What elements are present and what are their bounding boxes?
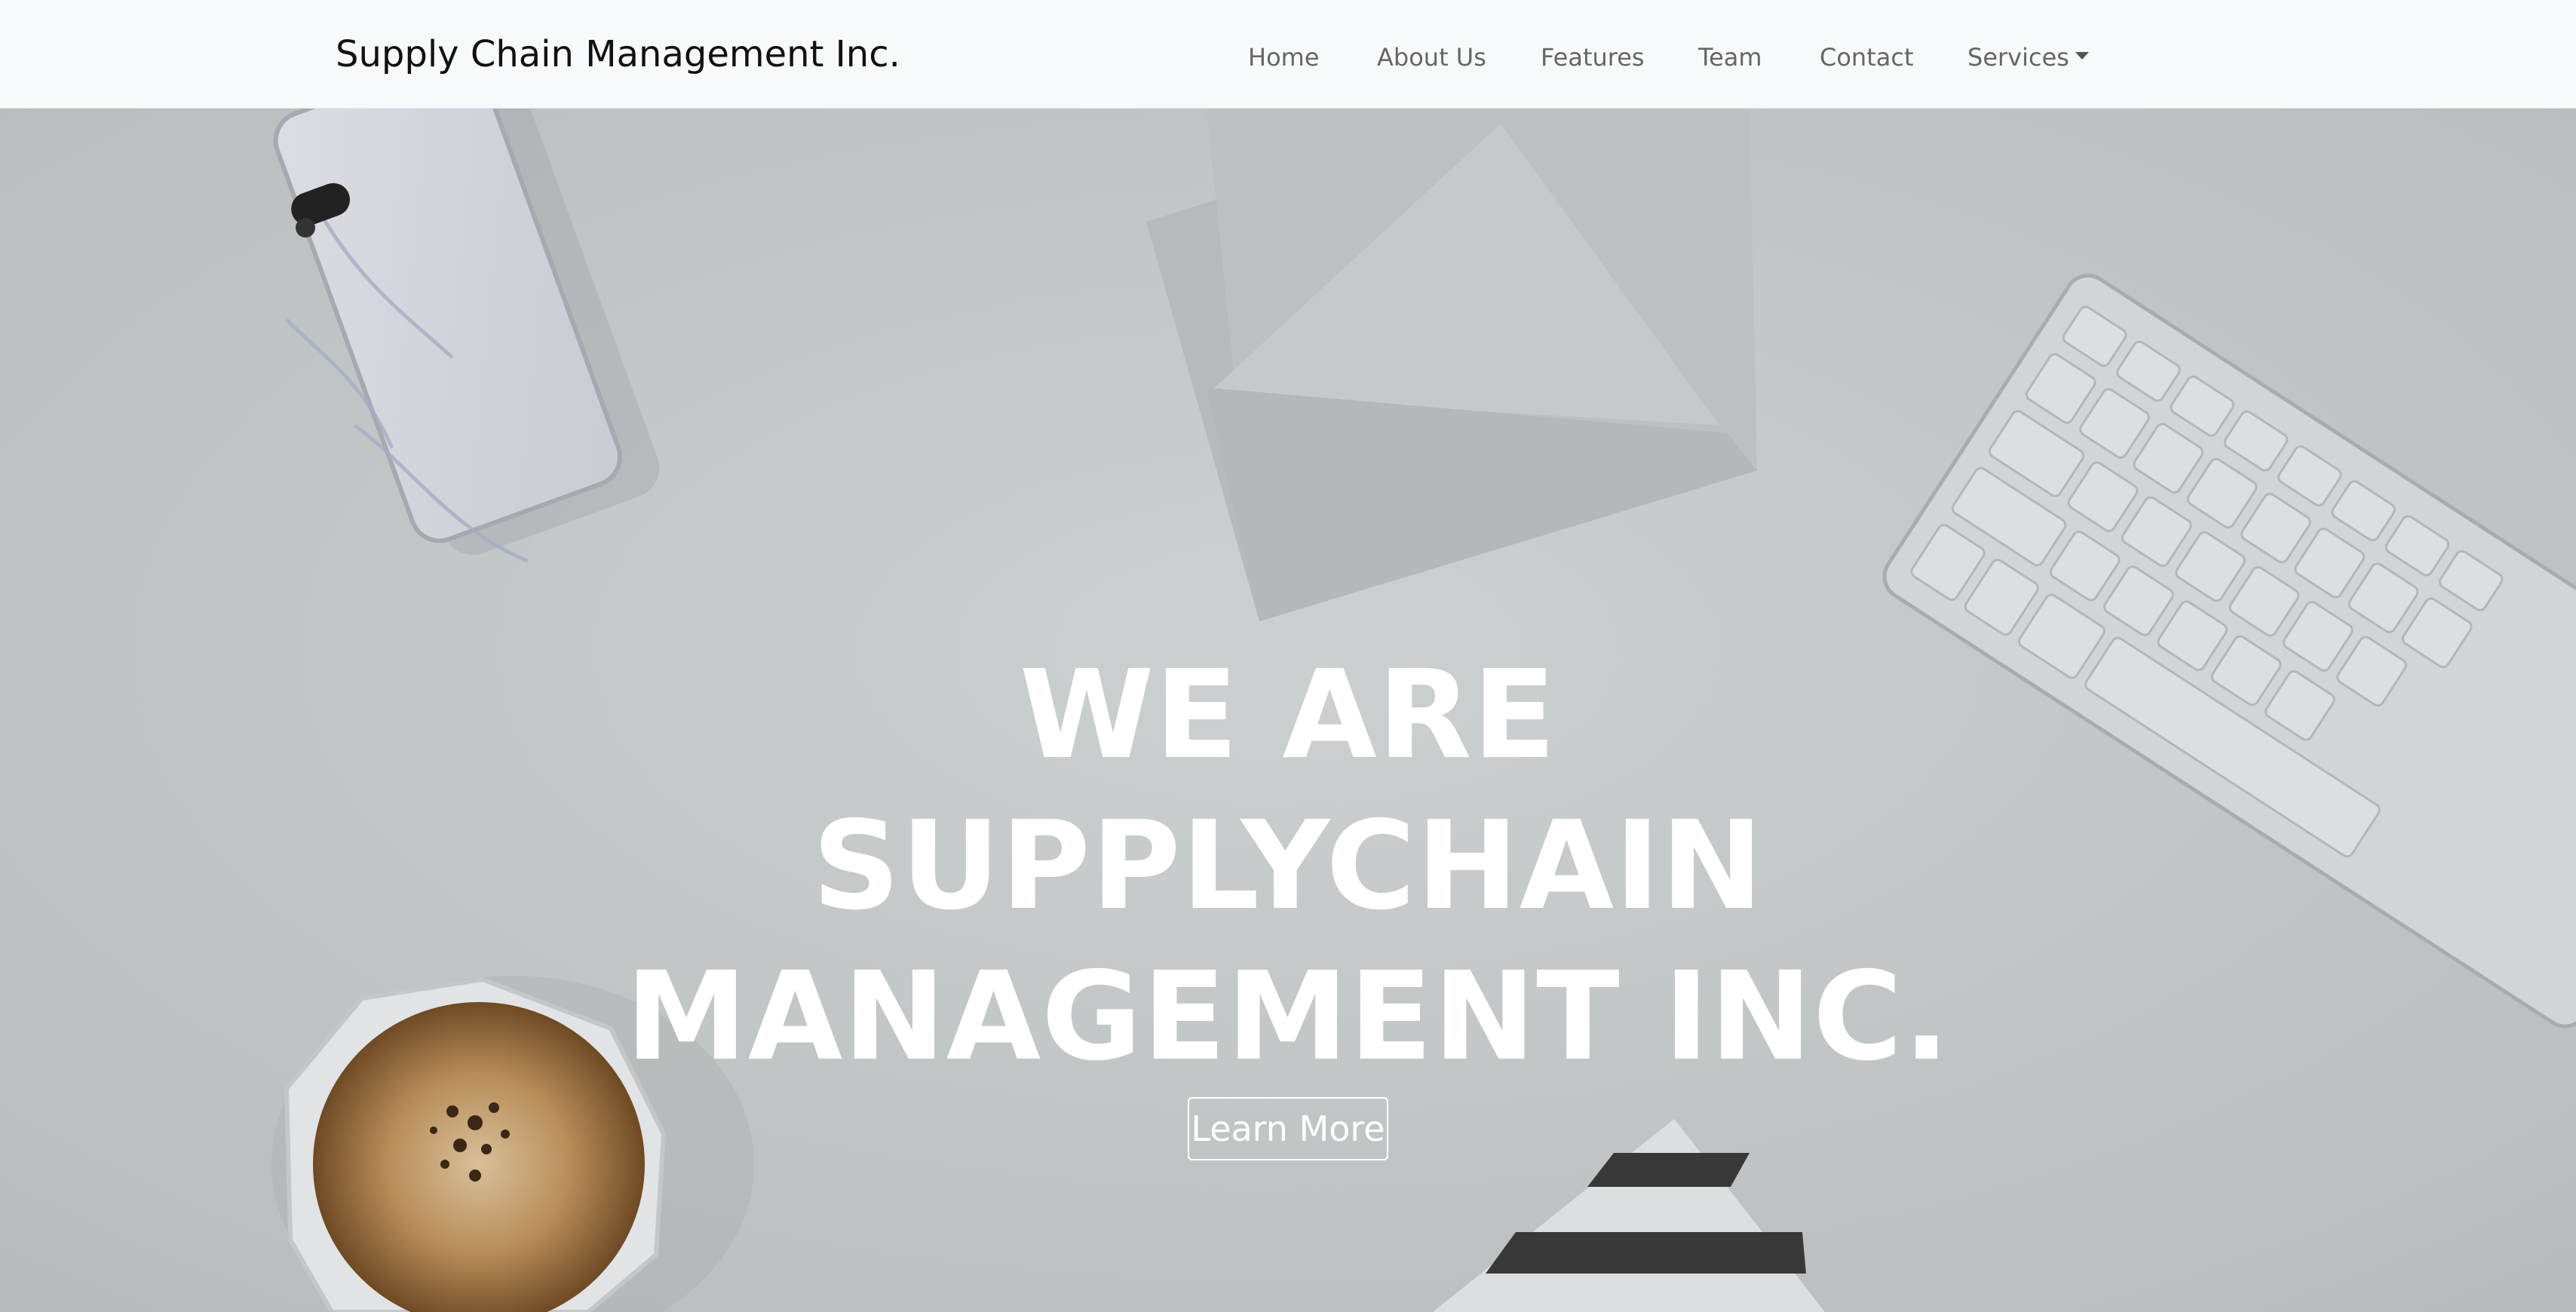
top-navbar: Supply Chain Management Inc. Home About …: [0, 0, 2576, 109]
hero-title-line-2: SUPPLYCHAIN: [812, 795, 1764, 937]
nav-link-home[interactable]: Home: [1248, 41, 1320, 74]
nav-dropdown-services-label: Services: [1967, 43, 2069, 72]
nav-link-team[interactable]: Team: [1698, 41, 1762, 74]
nav-link-contact[interactable]: Contact: [1820, 41, 1914, 74]
nav-menu: Home About Us Features Team Contact Serv…: [0, 41, 2576, 74]
hero-section: WE ARE SUPPLYCHAIN MANAGEMENT INC. Learn…: [0, 109, 2576, 1312]
nav-link-features[interactable]: Features: [1541, 41, 1645, 74]
nav-link-about-us[interactable]: About Us: [1377, 41, 1486, 74]
caret-down-icon: [2075, 52, 2089, 60]
learn-more-button[interactable]: Learn More: [1188, 1097, 1388, 1160]
hero-title-line-1: WE ARE: [1019, 645, 1557, 786]
hero-title-line-3: MANAGEMENT INC.: [625, 946, 1951, 1088]
hero-title: WE ARE SUPPLYCHAIN MANAGEMENT INC.: [0, 640, 2576, 1093]
nav-dropdown-services[interactable]: Services: [1967, 41, 2089, 74]
